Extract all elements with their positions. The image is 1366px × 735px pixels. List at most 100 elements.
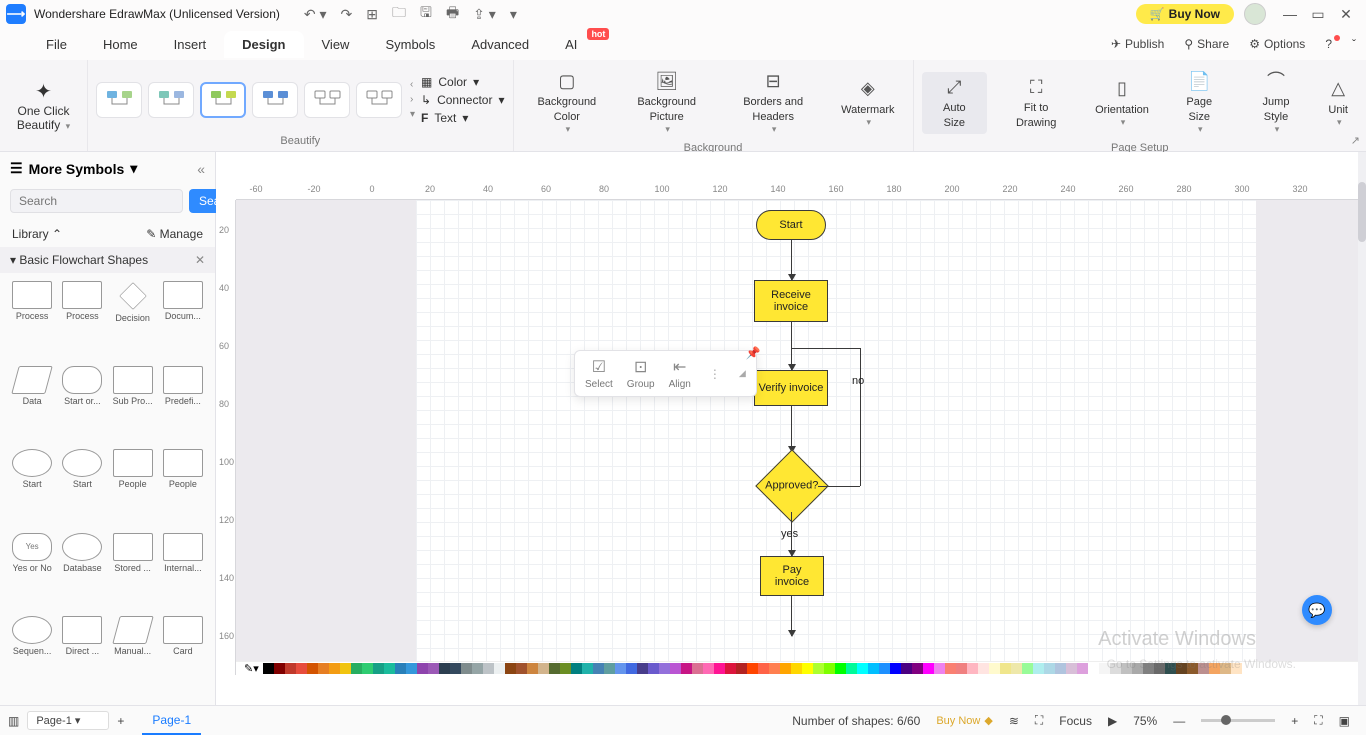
shape-item[interactable]: Docum... — [159, 281, 207, 364]
color-swatch[interactable] — [791, 663, 802, 674]
node-pay[interactable]: Pay invoice — [760, 556, 824, 596]
left-panel-title[interactable]: ☰ More Symbols ▾ — [10, 160, 137, 177]
canvas-background[interactable]: Start Receiveinvoice Verify invoice Appr… — [236, 200, 1366, 675]
color-swatch[interactable] — [362, 663, 373, 674]
color-swatch[interactable] — [890, 663, 901, 674]
color-swatch[interactable] — [846, 663, 857, 674]
color-swatch[interactable] — [659, 663, 670, 674]
color-swatch[interactable] — [758, 663, 769, 674]
node-verify[interactable]: Verify invoice — [754, 370, 828, 406]
menu-view[interactable]: View — [304, 31, 368, 58]
color-swatch[interactable] — [461, 663, 472, 674]
color-swatch[interactable] — [307, 663, 318, 674]
chat-bubble-button[interactable]: 💬 — [1302, 595, 1332, 625]
shape-item[interactable]: Direct ... — [58, 616, 106, 697]
float-align-button[interactable]: ⇤Align — [669, 357, 691, 390]
color-swatch[interactable] — [472, 663, 483, 674]
layers-icon[interactable]: ≋ — [1001, 714, 1027, 728]
theme-chip-2[interactable] — [148, 82, 194, 118]
zoom-slider[interactable] — [1193, 719, 1283, 722]
section-close-icon[interactable]: ✕ — [195, 253, 205, 267]
color-swatch[interactable] — [560, 663, 571, 674]
bg-picture-button[interactable]: 🖼Background Picture▾ — [618, 66, 715, 140]
close-button[interactable]: ✕ — [1332, 6, 1360, 23]
color-swatch[interactable] — [318, 663, 329, 674]
color-swatch[interactable] — [351, 663, 362, 674]
color-swatch[interactable] — [1154, 663, 1165, 674]
vertical-scrollbar[interactable] — [1358, 152, 1366, 705]
redo-icon[interactable]: ↷ — [341, 6, 353, 23]
jump-style-button[interactable]: ⌒Jump Style▾ — [1240, 66, 1313, 140]
color-swatch[interactable] — [1176, 663, 1187, 674]
color-swatch[interactable] — [989, 663, 1000, 674]
color-swatch[interactable] — [626, 663, 637, 674]
color-swatch[interactable] — [615, 663, 626, 674]
undo-icon[interactable]: ↶ ▾ — [304, 6, 327, 23]
orientation-button[interactable]: ▯Orientation▾ — [1085, 73, 1159, 132]
sidebar-toggle-icon[interactable]: ▣ — [1331, 714, 1358, 728]
color-swatch[interactable] — [1088, 663, 1099, 674]
open-icon[interactable]: 🗀 — [392, 2, 406, 26]
zoom-out-button[interactable]: — — [1165, 714, 1193, 728]
color-swatch[interactable] — [527, 663, 538, 674]
color-swatch[interactable] — [725, 663, 736, 674]
shape-item[interactable]: Start — [8, 449, 56, 530]
color-swatch[interactable] — [802, 663, 813, 674]
color-swatch[interactable] — [604, 663, 615, 674]
color-swatch[interactable] — [439, 663, 450, 674]
zoom-in-button[interactable]: + — [1283, 714, 1306, 728]
shape-item[interactable]: Database — [58, 533, 106, 614]
color-swatch[interactable] — [1209, 663, 1220, 674]
shape-item[interactable]: Start or... — [58, 366, 106, 447]
color-swatch[interactable] — [714, 663, 725, 674]
connector-no-h2[interactable] — [791, 348, 860, 349]
theme-chip-4[interactable] — [252, 82, 298, 118]
fit-page-icon[interactable]: ⛶ — [1306, 713, 1330, 728]
page-list-icon[interactable]: ▥ — [8, 714, 19, 728]
color-swatch[interactable] — [1066, 663, 1077, 674]
shape-item[interactable]: Data — [8, 366, 56, 447]
options-button[interactable]: ⚙ Options — [1239, 31, 1315, 57]
menu-advanced[interactable]: Advanced — [453, 31, 547, 58]
one-click-beautify-button[interactable]: ✦ One Click Beautify ▾ — [17, 79, 70, 132]
menu-file[interactable]: File — [28, 31, 85, 58]
collapse-panel-button[interactable]: « — [197, 161, 205, 177]
shape-item[interactable]: People — [159, 449, 207, 530]
color-swatch[interactable] — [1187, 663, 1198, 674]
color-swatch[interactable] — [373, 663, 384, 674]
color-swatch[interactable] — [901, 663, 912, 674]
color-swatch[interactable] — [780, 663, 791, 674]
shape-item[interactable]: YesYes or No — [8, 533, 56, 614]
connector-no-v[interactable] — [860, 348, 861, 486]
help-button[interactable]: ? — [1315, 31, 1342, 57]
menu-insert[interactable]: Insert — [156, 31, 225, 58]
color-swatch[interactable] — [868, 663, 879, 674]
color-swatch[interactable] — [967, 663, 978, 674]
menu-symbols[interactable]: Symbols — [367, 31, 453, 58]
color-swatch[interactable] — [593, 663, 604, 674]
eyedropper-icon[interactable]: ✎▾ — [244, 662, 259, 675]
theme-chip-6[interactable] — [356, 82, 402, 118]
color-swatch[interactable] — [417, 663, 428, 674]
color-swatch[interactable] — [1121, 663, 1132, 674]
symbol-search-input[interactable] — [10, 189, 183, 213]
color-swatch[interactable] — [1143, 663, 1154, 674]
print-icon[interactable]: 🖶 — [446, 2, 459, 26]
float-more-icon[interactable]: ⋮ — [709, 367, 721, 381]
color-swatch[interactable] — [505, 663, 516, 674]
unit-button[interactable]: △Unit▾ — [1318, 73, 1358, 132]
color-swatch[interactable] — [428, 663, 439, 674]
user-avatar[interactable] — [1244, 3, 1266, 25]
shape-item[interactable]: Internal... — [159, 533, 207, 614]
shape-section-header[interactable]: ▾ Basic Flowchart Shapes ✕ — [0, 247, 215, 273]
export-icon[interactable]: ⇪ ▾ — [473, 6, 496, 23]
float-group-button[interactable]: ⊡Group — [627, 357, 655, 390]
color-swatch[interactable] — [681, 663, 692, 674]
page-setup-dialog-icon[interactable]: ↗ — [1351, 134, 1360, 147]
theme-more-icon[interactable]: ▾ — [410, 109, 415, 120]
color-swatch[interactable] — [769, 663, 780, 674]
color-swatch[interactable] — [978, 663, 989, 674]
manage-button[interactable]: ✎ Manage — [146, 227, 203, 241]
color-swatch[interactable] — [670, 663, 681, 674]
color-swatch[interactable] — [1055, 663, 1066, 674]
